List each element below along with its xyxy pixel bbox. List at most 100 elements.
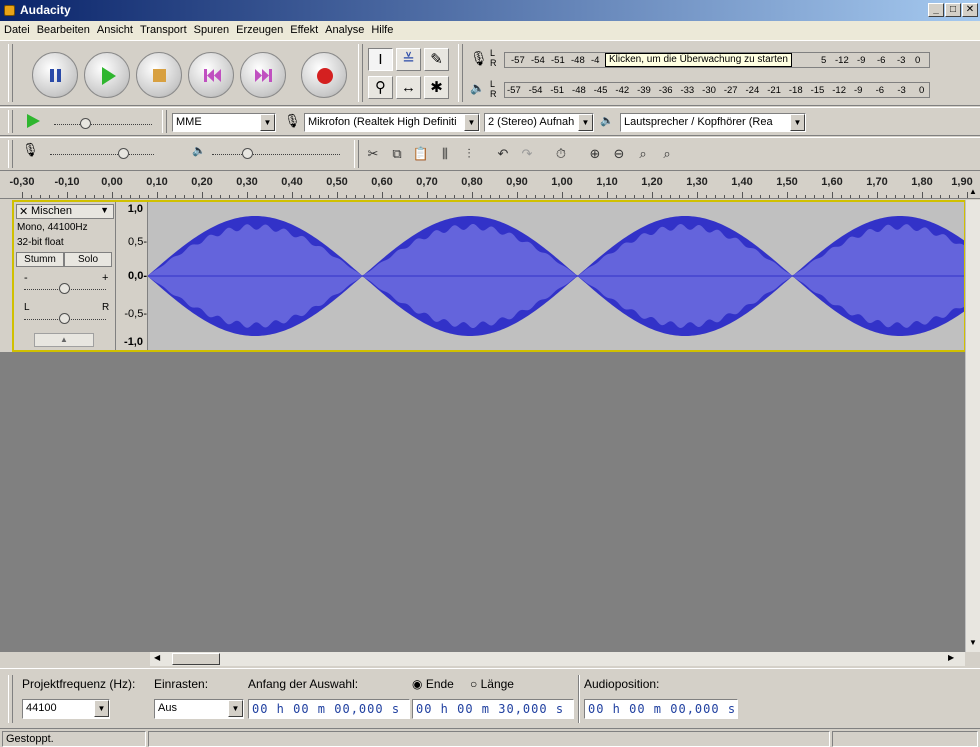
copy-button[interactable]: ⧉ [386, 143, 408, 165]
snap-select[interactable]: Aus ▼ [154, 699, 244, 719]
time-shift-tool[interactable]: ↔ [396, 76, 421, 99]
menu-hilfe[interactable]: Hilfe [367, 21, 396, 36]
stop-button[interactable] [136, 52, 182, 98]
menu-spuren[interactable]: Spuren [190, 21, 232, 36]
menu-bearbeiten[interactable]: Bearbeiten [33, 21, 93, 36]
ruler-minor-tick [949, 195, 950, 198]
paste-button[interactable]: 📋 [410, 143, 432, 165]
ruler-minor-tick [418, 195, 419, 198]
selection-start-time[interactable]: 00 h 00 m 00,000 s [248, 699, 410, 719]
track-close-button[interactable]: ✕ [19, 205, 28, 218]
scroll-left-arrow-icon[interactable]: ◀ [154, 653, 168, 665]
redo-button[interactable]: ↷ [516, 143, 538, 165]
fit-selection-button[interactable]: ⌕ [632, 143, 654, 165]
zoom-in-button[interactable]: ⊕ [584, 143, 606, 165]
play-button[interactable] [84, 52, 130, 98]
toolbar-grip[interactable] [8, 140, 13, 168]
record-level-meter[interactable]: -57 -54 -51 -48 -4 Klicken, um die Überw… [504, 52, 930, 68]
speaker-meter-icon[interactable]: 🔈 [470, 81, 485, 95]
silence-button[interactable]: ⫶ [458, 143, 480, 165]
close-window-button[interactable]: ✕ [962, 3, 978, 17]
record-button[interactable] [301, 52, 347, 98]
draw-tool[interactable]: ✎ [424, 48, 449, 71]
vertical-scrollbar[interactable]: ▲ ▼ [965, 187, 980, 652]
fit-project-button[interactable]: ⌕ [656, 143, 678, 165]
toolbar-grip[interactable] [8, 675, 13, 723]
gain-plus-label: + [102, 272, 109, 284]
cut-button[interactable]: ✂ [362, 143, 384, 165]
scroll-right-arrow-icon[interactable]: ▶ [948, 653, 962, 665]
toolbar-grip[interactable] [354, 140, 359, 168]
channels-select[interactable]: 2 (Stereo) Aufnah ▼ [484, 113, 594, 132]
status-bar: Gestoppt. [0, 728, 980, 747]
selection-end-time[interactable]: 00 h 00 m 30,000 s [412, 699, 574, 719]
undo-button[interactable]: ↶ [492, 143, 514, 165]
ruler-minor-tick [679, 195, 680, 198]
selection-tool[interactable]: I [368, 48, 393, 71]
meter-tick: -36 [658, 85, 673, 96]
i-beam-icon: I [378, 51, 383, 68]
meter-grip[interactable] [458, 44, 463, 102]
input-device-select[interactable]: Mikrofon (Realtek High Definiti ▼ [304, 113, 480, 132]
toolbar-grip[interactable] [8, 110, 13, 133]
output-volume-track[interactable] [212, 154, 340, 155]
skip-to-start-button[interactable] [188, 52, 234, 98]
skip-to-end-button[interactable] [240, 52, 286, 98]
zoom-tool[interactable]: ⚲ [368, 76, 393, 99]
scroll-down-arrow-icon[interactable]: ▼ [966, 638, 980, 651]
horizontal-scrollbar[interactable]: ◀ ▶ [150, 652, 965, 666]
tools-grip[interactable] [358, 44, 363, 102]
toolbar-grip[interactable] [8, 44, 13, 102]
output-volume-thumb[interactable] [242, 148, 253, 159]
maximize-button[interactable]: □ [945, 3, 961, 17]
pan-slider-thumb[interactable] [59, 313, 70, 324]
menu-transport[interactable]: Transport [136, 21, 190, 36]
playback-level-meter[interactable]: -57 -54 -51 -48 -45 -42 -39 -36 -33 -30 -27 -24 -21-… [504, 82, 930, 98]
timeline-ruler[interactable]: -0,30 -0,10 0,00 0,10 0,20 0,30 0,40 0,50 0,60 0,… [0, 172, 980, 199]
ruler-tick-mark [877, 192, 878, 198]
menu-analyse[interactable]: Analyse [321, 21, 367, 36]
menu-datei[interactable]: Datei [0, 21, 33, 36]
ruler-tick-label: 1,40 [731, 176, 753, 188]
length-radio[interactable]: ○ Länge [470, 677, 514, 691]
waveform-area[interactable] [148, 202, 964, 350]
end-radio[interactable]: ◉ Ende [412, 677, 454, 691]
input-volume-track[interactable] [50, 154, 154, 155]
mute-button[interactable]: Stumm [16, 252, 64, 267]
project-rate-select[interactable]: 44100 ▼ [22, 699, 110, 719]
ruler-minor-tick [256, 195, 257, 198]
solo-button[interactable]: Solo [64, 252, 112, 267]
sync-lock-button[interactable]: ⏱ [550, 143, 572, 165]
toolbar-grip[interactable] [162, 110, 167, 133]
track-menu-button[interactable]: ✕ Mischen ▼ [16, 204, 114, 219]
horizontal-scroll-thumb[interactable] [172, 653, 220, 665]
minimize-button[interactable]: _ [928, 3, 944, 17]
zoom-out-button[interactable]: ⊖ [608, 143, 630, 165]
scroll-up-arrow-icon[interactable]: ▲ [966, 187, 980, 200]
menu-erzeugen[interactable]: Erzeugen [232, 21, 286, 36]
microphone-meter-icon[interactable]: 🎙 [470, 50, 488, 67]
ruler-minor-tick [463, 195, 464, 198]
play-at-speed-button[interactable] [24, 111, 42, 134]
trim-button[interactable]: ⫼ [434, 143, 456, 165]
audio-track[interactable]: ✕ Mischen ▼ Mono, 44100Hz 32-bit float S… [12, 200, 966, 352]
speed-slider-thumb[interactable] [80, 118, 91, 129]
output-device-select[interactable]: Lautsprecher / Kopfhörer (Rea ▼ [620, 113, 806, 132]
multi-tool[interactable]: ✱ [424, 76, 449, 99]
envelope-tool[interactable]: ≚ [396, 48, 421, 71]
ruler-tick-mark [427, 192, 428, 198]
gain-slider-thumb[interactable] [59, 283, 70, 294]
audio-host-select[interactable]: MME ▼ [172, 113, 276, 132]
collapse-track-button[interactable]: ▲ [34, 333, 94, 347]
scissors-icon: ✂ [367, 146, 379, 161]
menu-ansicht[interactable]: Ansicht [93, 21, 136, 36]
pause-button[interactable] [32, 52, 78, 98]
input-volume-thumb[interactable] [118, 148, 129, 159]
empty-track-area[interactable] [0, 352, 965, 640]
menu-bar: Datei Bearbeiten Ansicht Transport Spuren Erz… [0, 21, 980, 40]
ruler-minor-tick [274, 195, 275, 198]
audio-position-time[interactable]: 00 h 00 m 00,000 s [584, 699, 738, 719]
speed-slider-track[interactable] [54, 124, 152, 125]
copy-icon: ⧉ [392, 146, 402, 161]
menu-effekt[interactable]: Effekt [286, 21, 321, 36]
